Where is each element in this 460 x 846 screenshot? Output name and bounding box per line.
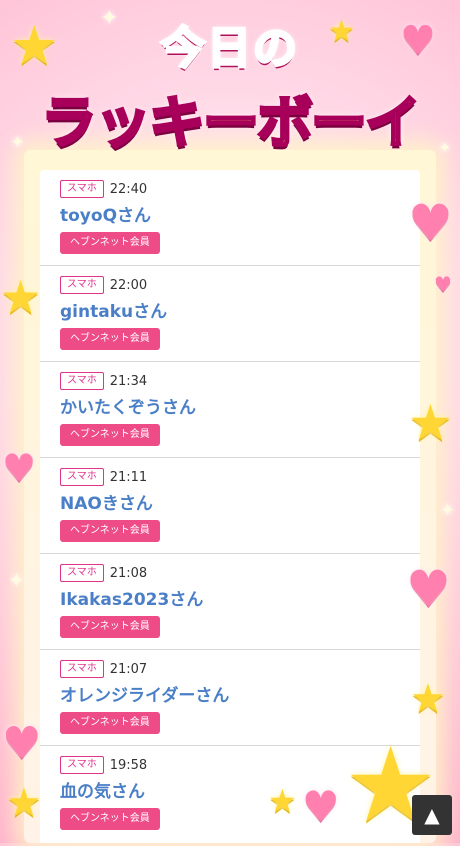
title-line-2: ラッキーボーイ [40, 90, 423, 158]
device-tag: スマホ [60, 180, 104, 198]
sparkle-icon: ✦ [8, 568, 25, 592]
star-icon: ★ [408, 394, 453, 452]
user-name-link[interactable]: かいたくぞうさん [60, 397, 420, 419]
device-tag: スマホ [60, 276, 104, 294]
member-badge: ヘブンネット会員 [60, 232, 160, 254]
entry-time: 22:00 [109, 277, 148, 293]
list-item[interactable]: スマホ 21:34 かいたくぞうさん ヘブンネット会員 [40, 362, 420, 458]
heart-icon: ♥ [406, 560, 451, 618]
member-badge: ヘブンネット会員 [60, 328, 160, 350]
member-badge: ヘブンネット会員 [60, 424, 160, 446]
entry-time: 22:40 [109, 181, 148, 197]
member-badge: ヘブンネット会員 [60, 616, 160, 638]
user-name-link[interactable]: Ikakas2023さん [60, 589, 420, 611]
star-icon: ★ [268, 782, 297, 820]
user-name-link[interactable]: オレンジライダーさん [60, 685, 420, 707]
list-item[interactable]: スマホ 21:08 Ikakas2023さん ヘブンネット会員 [40, 554, 420, 650]
sparkle-icon: ✦ [440, 500, 456, 521]
entry-time: 21:07 [109, 661, 148, 677]
page-title: 今日の ラッキーボーイ [0, 12, 460, 159]
scroll-top-button[interactable]: ▲ [412, 795, 452, 835]
user-name-link[interactable]: NAOきさん [60, 493, 420, 515]
heart-icon: ♥ [2, 446, 37, 490]
entry-time: 21:11 [109, 469, 148, 485]
heart-icon: ♥ [408, 194, 453, 252]
device-tag: スマホ [60, 468, 104, 486]
device-tag: スマホ [60, 564, 104, 582]
member-badge: ヘブンネット会員 [60, 520, 160, 542]
sparkle-icon: ✦ [100, 6, 119, 31]
star-icon: ★ [410, 676, 446, 722]
heart-icon: ♥ [400, 18, 436, 64]
star-icon: ★ [0, 270, 42, 324]
member-badge: ヘブンネット会員 [60, 712, 160, 734]
star-icon: ★ [328, 14, 355, 49]
title-line-1: 今日の [160, 22, 299, 76]
triangle-up-icon: ▲ [424, 803, 440, 827]
device-tag: スマホ [60, 660, 104, 678]
device-tag: スマホ [60, 372, 104, 390]
entry-time: 21:08 [109, 565, 148, 581]
entry-time: 21:34 [109, 373, 148, 389]
star-icon: ★ [10, 14, 59, 77]
entry-time: 19:58 [109, 757, 148, 773]
sparkle-icon: ✦ [10, 132, 26, 153]
sparkle-icon: ✦ [438, 138, 452, 157]
list-item[interactable]: スマホ 22:40 toyoQさん ヘブンネット会員 [40, 170, 420, 266]
list-item[interactable]: スマホ 21:11 NAOきさん ヘブンネット会員 [40, 458, 420, 554]
user-name-link[interactable]: toyoQさん [60, 205, 420, 227]
heart-icon: ♥ [302, 782, 340, 831]
member-badge: ヘブンネット会員 [60, 808, 160, 830]
list-item[interactable]: スマホ 22:00 gintakuさん ヘブンネット会員 [40, 266, 420, 362]
user-name-link[interactable]: gintakuさん [60, 301, 420, 323]
heart-icon: ♥ [434, 272, 452, 296]
heart-icon: ♥ [2, 718, 42, 769]
star-icon: ★ [6, 780, 42, 826]
device-tag: スマホ [60, 756, 104, 774]
